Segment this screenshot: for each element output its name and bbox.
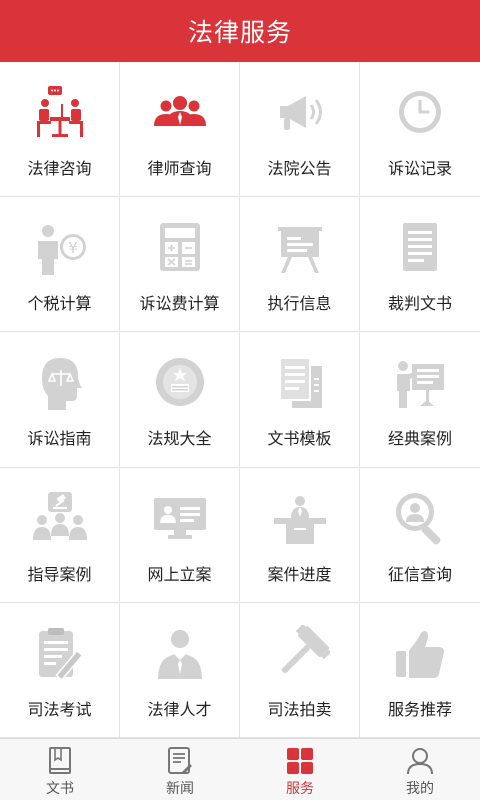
news-icon: [165, 746, 195, 776]
svg-text:¥: ¥: [68, 239, 78, 257]
consult-icon: [30, 84, 90, 144]
service-label: 征信查询: [387, 564, 452, 584]
service-item-judicial-auction[interactable]: 司法拍卖: [240, 602, 360, 738]
service-item-fee-calc[interactable]: 诉讼费计算: [120, 197, 240, 333]
service-label: 个税计算: [27, 294, 92, 314]
tab-news[interactable]: 新闻: [120, 739, 240, 800]
service-label: 文书模板: [267, 429, 332, 449]
service-item-guiding-cases[interactable]: 指导案例: [0, 467, 120, 603]
service-item-recommended[interactable]: 服务推荐: [360, 602, 480, 738]
page-title: 法律服务: [187, 18, 292, 47]
service-label: 诉讼费计算: [139, 294, 220, 314]
tab-label: 服务: [286, 781, 314, 797]
document-icon: [390, 219, 450, 279]
service-label: 司法考试: [27, 699, 92, 719]
podium-icon: [270, 490, 330, 550]
service-label: 法律人才: [147, 699, 212, 719]
service-item-doc-template[interactable]: 文书模板: [240, 332, 360, 468]
board-icon: [270, 219, 330, 279]
service-item-court-notice[interactable]: 法院公告: [240, 62, 360, 198]
id-card-icon: [150, 490, 210, 550]
service-label: 法规大全: [147, 429, 212, 449]
tab-label: 新闻: [166, 781, 194, 797]
service-item-online-filing[interactable]: 网上立案: [120, 467, 240, 603]
magnifier-person-icon: [390, 490, 450, 550]
service-item-tax-calc[interactable]: ¥ 个税计算: [0, 197, 120, 333]
user-icon: [405, 746, 435, 776]
tab-profile[interactable]: 我的: [360, 739, 480, 800]
hammer-icon: [270, 624, 330, 685]
calculator-icon: [150, 219, 210, 279]
grid-icon: [285, 746, 315, 776]
clipboard-pen-icon: [30, 625, 90, 685]
thumbs-up-icon: [390, 625, 450, 685]
service-label: 司法拍卖: [267, 699, 332, 719]
bottom-tab-bar: 文书 新闻 服务 我的: [0, 738, 480, 800]
tax-icon: ¥: [30, 219, 90, 279]
service-item-litigation-guide[interactable]: 诉讼指南: [0, 332, 120, 468]
template-icon: [270, 354, 330, 414]
service-label: 法律咨询: [27, 159, 92, 178]
presentation-icon: [390, 354, 450, 414]
clock-icon: [390, 84, 450, 144]
lawyers-icon: [150, 84, 210, 144]
service-label: 指导案例: [27, 564, 92, 584]
service-label: 经典案例: [387, 429, 452, 449]
service-label: 律师查询: [147, 159, 212, 178]
service-item-case-progress[interactable]: 案件进度: [240, 467, 360, 603]
service-label: 法院公告: [267, 159, 332, 178]
service-item-execution-info[interactable]: 执行信息: [240, 197, 360, 333]
service-label: 案件进度: [267, 564, 332, 584]
megaphone-icon: [270, 84, 330, 144]
service-item-litigation-record[interactable]: 诉讼记录: [360, 62, 480, 198]
tab-documents[interactable]: 文书: [0, 739, 120, 800]
service-label: 网上立案: [147, 564, 212, 584]
tab-label: 文书: [46, 781, 74, 797]
service-item-lawyer-search[interactable]: 律师查询: [120, 62, 240, 198]
scale-head-icon: [30, 354, 90, 414]
service-label: 裁判文书: [387, 294, 452, 314]
service-item-bar-exam[interactable]: 司法考试: [0, 602, 120, 738]
service-item-legal-consult[interactable]: 法律咨询: [0, 62, 120, 198]
book-icon: [45, 746, 75, 776]
tab-label: 我的: [406, 781, 434, 797]
emblem-icon: [150, 354, 210, 414]
app-header: 法律服务: [0, 0, 480, 62]
service-grid: 法律咨询 律师查询 法院公告 诉讼记录 ¥ 个税计算 诉讼费计算 执行信息 裁判…: [0, 62, 480, 738]
service-item-legal-talent[interactable]: 法律人才: [120, 602, 240, 738]
tab-services[interactable]: 服务: [240, 739, 360, 800]
person-suit-icon: [150, 625, 210, 685]
service-item-judgments[interactable]: 裁判文书: [360, 197, 480, 333]
gavel-group-icon: [30, 490, 90, 550]
service-item-classic-cases[interactable]: 经典案例: [360, 332, 480, 468]
service-item-regulations[interactable]: 法规大全: [120, 332, 240, 468]
service-label: 诉讼指南: [27, 429, 92, 449]
service-item-credit-check[interactable]: 征信查询: [360, 467, 480, 603]
service-label: 服务推荐: [387, 699, 452, 719]
service-label: 诉讼记录: [387, 159, 452, 178]
service-label: 执行信息: [267, 294, 332, 314]
